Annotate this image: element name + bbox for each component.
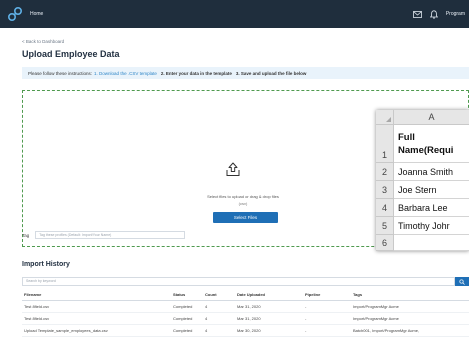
program-menu[interactable]: Program (446, 11, 465, 17)
table-row[interactable]: Test 8field.csv Completed 4 Mar 31, 2020… (22, 300, 469, 313)
cell-tags: Import/ProgramMgr Acme (351, 300, 469, 313)
upload-icon (224, 160, 242, 178)
column-header-status[interactable]: Status (171, 290, 203, 301)
top-nav-actions: Program (412, 0, 465, 28)
cell-filename: Test 8field.csv (22, 312, 171, 325)
dropzone-text: Select files to upload or drag & drop fi… (207, 194, 279, 199)
cell-filename: Test 8field.csv (22, 300, 171, 313)
cell-status: Completed (171, 300, 203, 313)
row-header-1[interactable]: 1 (376, 125, 394, 163)
history-search-row: Search by keyword (22, 276, 469, 286)
cell-pipeline: - (303, 300, 351, 313)
cell-date-uploaded: Mar 31, 2020 (235, 300, 303, 313)
column-header-count[interactable]: Count (203, 290, 235, 301)
cell-tags: Import/ProgramMgr Acme (351, 312, 469, 325)
cell-count: 4 (203, 300, 235, 313)
cell-status: Completed (171, 324, 203, 337)
back-to-dashboard-link[interactable]: < Back to Dashboard (22, 39, 64, 44)
row-header-3[interactable]: 3 (376, 181, 394, 199)
table-row[interactable]: Upload Template_sample_employees_data.cs… (22, 324, 469, 337)
import-history-title: Import History (22, 261, 70, 268)
cell-pipeline: - (303, 324, 351, 337)
instructions-step-3: 3. Save and upload the file below (235, 70, 307, 76)
search-button[interactable] (455, 276, 469, 286)
table-row[interactable]: Test 8field.csv Completed 4 Mar 31, 2020… (22, 312, 469, 325)
top-nav-bar: Home Program (0, 0, 469, 28)
cell-a1-line-1: Full (398, 132, 415, 143)
cell-filename: Upload Template_sample_employees_data.cs… (22, 324, 171, 337)
row-header-2[interactable]: 2 (376, 163, 394, 181)
table-header-row: Filename Status Count Date Uploaded Pipe… (22, 290, 469, 301)
cell-date-uploaded: Mar 31, 2020 (235, 312, 303, 325)
dropzone-file-type: (csv) (238, 201, 248, 206)
select-all-corner[interactable] (376, 110, 394, 125)
cell-a4[interactable]: Barbara Lee (394, 199, 469, 217)
row-header-4[interactable]: 4 (376, 199, 394, 217)
cell-date-uploaded: Mar 30, 2020 (235, 324, 303, 337)
column-header-tags[interactable]: Tags (351, 290, 469, 301)
page-title: Upload Employee Data (22, 49, 120, 59)
bell-icon[interactable] (429, 9, 438, 19)
search-icon (459, 272, 465, 290)
cell-pipeline: - (303, 312, 351, 325)
search-input[interactable]: Search by keyword (22, 276, 455, 286)
brand-logo-icon[interactable] (6, 5, 24, 23)
spreadsheet-preview: A 1 Full Name(Requi 2 Joanna Smith 3 Joe… (376, 110, 469, 251)
column-header-pipeline[interactable]: Pipeline (303, 290, 351, 301)
select-files-button[interactable]: Select Files (213, 212, 278, 223)
cell-status: Completed (171, 312, 203, 325)
column-header-date-uploaded[interactable]: Date Uploaded (235, 290, 303, 301)
cell-a2[interactable]: Joanna Smith (394, 163, 469, 181)
instructions-intro: Please follow these instructions: (28, 70, 93, 76)
row-header-5[interactable]: 5 (376, 217, 394, 235)
cell-count: 4 (203, 312, 235, 325)
mail-icon[interactable] (412, 10, 422, 18)
cell-count: 4 (203, 324, 235, 337)
column-header-a[interactable]: A (394, 110, 469, 125)
import-history-table: Filename Status Count Date Uploaded Pipe… (22, 290, 469, 337)
column-header-filename[interactable]: Filename (22, 290, 171, 301)
cell-tags: Batch001, Import/ProgramMgr Acme, (351, 324, 469, 337)
app-frame: Home Program < Back to Dashboard Upload … (0, 0, 469, 343)
instructions-banner: Please follow these instructions: 1. Dow… (22, 67, 469, 79)
cell-a3[interactable]: Joe Stern (394, 181, 469, 199)
cell-a6[interactable] (394, 235, 469, 251)
cell-a1-line-2: Name(Requi (398, 145, 454, 156)
row-header-6[interactable]: 6 (376, 235, 394, 251)
cell-a5[interactable]: Timothy Johr (394, 217, 469, 235)
tag-label: Tag (22, 232, 30, 238)
instructions-step-2: 2. Enter your data in the template (160, 70, 232, 76)
tag-input[interactable]: Tag these profiles (Default: Import/Your… (35, 231, 186, 239)
cell-a1-header[interactable]: Full Name(Requi (394, 125, 469, 163)
download-template-link[interactable]: 1. Download the .CSV template (94, 71, 157, 76)
home-link[interactable]: Home (30, 11, 43, 17)
